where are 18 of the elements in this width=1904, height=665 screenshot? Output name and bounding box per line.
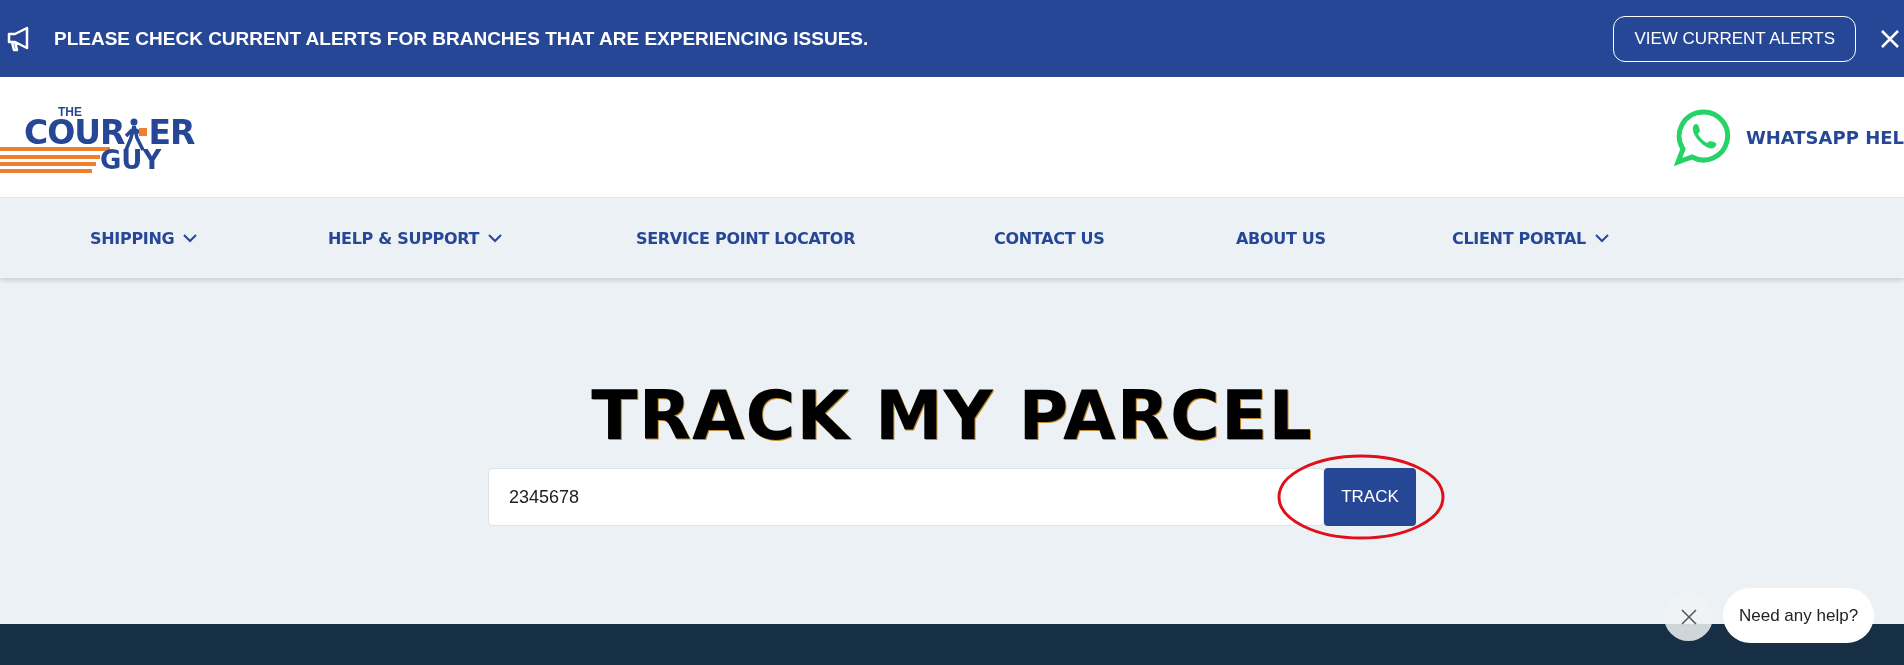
alert-message: PLEASE CHECK CURRENT ALERTS FOR BRANCHES THAT ARE EXPERIENCING ISSUES. xyxy=(54,27,870,50)
nav-item[interactable]: CONTACT US xyxy=(994,228,1105,248)
logo[interactable]: THE COUR ER GUY xyxy=(0,105,215,175)
whatsapp-help-link[interactable]: WHATSAPP HEL xyxy=(1745,126,1904,148)
chat-bubble[interactable]: Need any help? xyxy=(1723,588,1875,643)
nav-item[interactable]: SHIPPING xyxy=(90,228,199,248)
chevron-down-icon xyxy=(1594,233,1610,243)
track-button[interactable]: TRACK xyxy=(1324,468,1416,526)
chevron-down-icon xyxy=(487,233,504,243)
nav-item[interactable]: HELP & SUPPORT xyxy=(328,228,504,248)
nav-item[interactable]: CLIENT PORTAL xyxy=(1452,228,1610,248)
page-title: TRACK MY PARCEL xyxy=(591,382,1313,450)
nav-item[interactable]: SERVICE POINT LOCATOR xyxy=(636,228,856,248)
nav-item[interactable]: ABOUT US xyxy=(1236,228,1326,248)
view-alerts-button[interactable]: VIEW CURRENT ALERTS xyxy=(1613,15,1856,62)
chevron-down-icon xyxy=(182,233,199,243)
tracking-number-field[interactable]: 2345678 xyxy=(488,468,1324,526)
close-icon[interactable] xyxy=(1880,28,1900,49)
